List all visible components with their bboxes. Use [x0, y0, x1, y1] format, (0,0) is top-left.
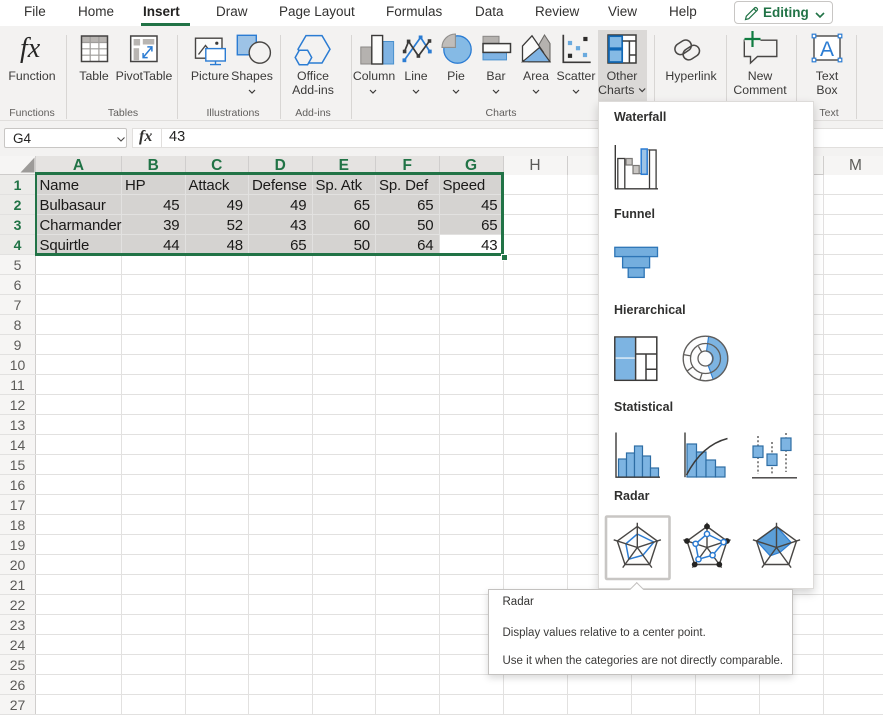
svg-text:fx: fx	[20, 33, 41, 64]
svg-text:A: A	[820, 38, 834, 61]
